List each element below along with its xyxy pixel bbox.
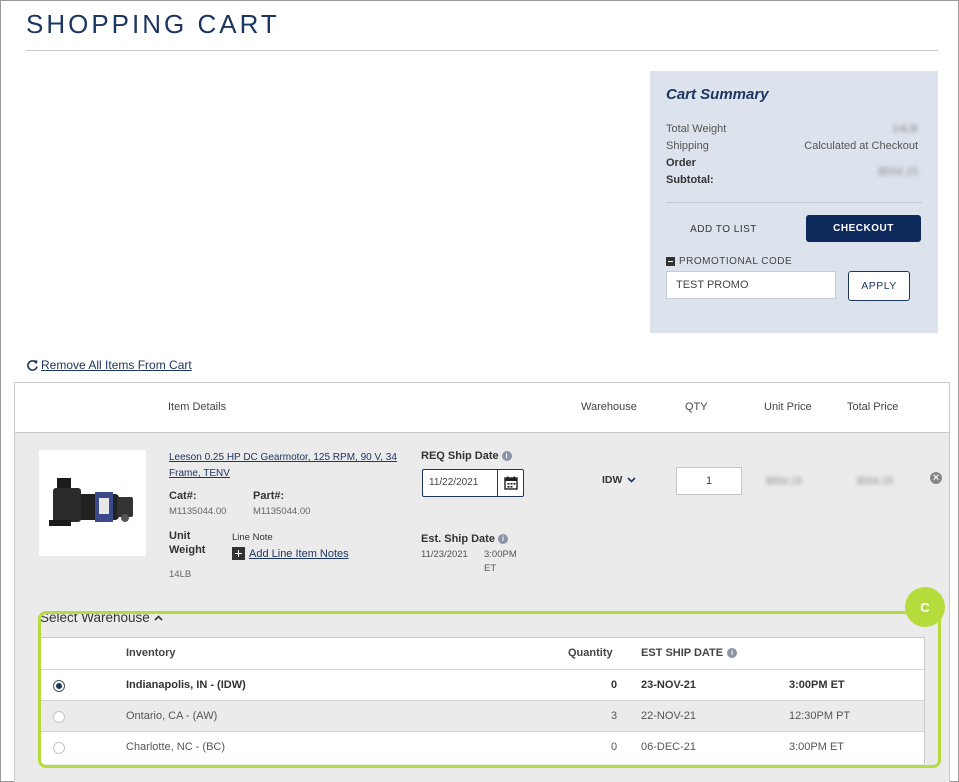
part-number-value: M1135044.00 xyxy=(253,506,311,517)
col-header-qty: QTY xyxy=(685,401,708,413)
add-line-item-notes-label: Add Line Item Notes xyxy=(249,547,349,560)
promo-code-toggle[interactable]: PROMOTIONAL CODE xyxy=(666,256,792,267)
unit-weight-value: 14LB xyxy=(169,569,192,580)
req-ship-date-heading: REQ Ship Date i xyxy=(421,450,512,462)
order-subtotal-value: $554.15 xyxy=(878,166,918,178)
part-number-label: Part#: xyxy=(253,490,285,502)
est-ship-date-label: Est. Ship Date xyxy=(421,533,495,545)
chevron-down-icon xyxy=(627,477,636,483)
cart-summary-title: Cart Summary xyxy=(666,86,769,103)
add-line-item-notes-button[interactable]: Add Line Item Notes xyxy=(232,547,349,560)
unit-weight-label-line2: Weight xyxy=(169,544,206,556)
page-title: SHOPPING CART xyxy=(26,9,280,39)
total-weight-value: 14LB xyxy=(892,123,918,135)
apply-promo-button[interactable]: APPLY xyxy=(848,271,910,301)
calendar-icon[interactable] xyxy=(504,476,518,490)
unit-price-value: $554.15 xyxy=(766,476,803,487)
add-to-list-button[interactable]: ADD TO LIST xyxy=(666,215,781,243)
est-ship-time-value: 3:00PM xyxy=(484,549,517,560)
info-icon[interactable]: i xyxy=(501,451,512,461)
callout-badge: C xyxy=(905,587,945,627)
req-ship-date-label: REQ Ship Date xyxy=(421,450,499,462)
checkout-button[interactable]: CHECKOUT xyxy=(806,215,921,242)
warehouse-select[interactable]: IDW xyxy=(602,474,636,486)
promo-code-input[interactable]: TEST PROMO xyxy=(666,271,836,299)
est-ship-timezone-value: ET xyxy=(484,563,497,574)
col-header-unit-price: Unit Price xyxy=(764,401,812,413)
date-input-divider xyxy=(497,470,498,496)
remove-all-items-link[interactable]: Remove All Items From Cart xyxy=(26,358,192,372)
warehouse-highlight-frame xyxy=(38,611,941,768)
promo-code-label: PROMOTIONAL CODE xyxy=(679,256,793,267)
remove-item-icon[interactable]: × xyxy=(930,472,942,484)
unit-weight-label-line1: Unit xyxy=(169,530,191,542)
product-name-link[interactable]: Leeson 0.25 HP DC Gearmotor, 125 RPM, 90… xyxy=(169,450,405,482)
order-subtotal-label-line1: Order xyxy=(666,157,696,169)
summary-divider xyxy=(666,202,922,203)
info-icon[interactable]: i xyxy=(497,534,508,544)
shipping-label: Shipping xyxy=(666,140,709,152)
collapse-icon xyxy=(666,257,675,266)
refresh-icon xyxy=(27,359,38,371)
cat-number-label: Cat#: xyxy=(169,490,197,502)
gearmotor-image xyxy=(49,478,133,526)
shipping-value: Calculated at Checkout xyxy=(804,140,918,152)
order-subtotal-label-line2: Subtotal: xyxy=(666,174,714,186)
req-ship-date-value: 11/22/2021 xyxy=(429,477,479,488)
col-header-warehouse: Warehouse xyxy=(581,401,637,413)
total-price-value: $554.15 xyxy=(857,476,894,487)
total-weight-label: Total Weight xyxy=(666,123,727,135)
line-note-label: Line Note xyxy=(232,532,273,543)
cat-number-value: M1135044.00 xyxy=(169,506,227,517)
est-ship-date-value: 11/23/2021 xyxy=(421,549,468,560)
req-ship-date-input[interactable]: 11/22/2021 xyxy=(422,469,524,497)
remove-all-items-label: Remove All Items From Cart xyxy=(41,358,192,372)
product-image[interactable] xyxy=(39,450,146,556)
cart-summary-panel: Cart Summary Total Weight 14LB Shipping … xyxy=(650,71,938,333)
col-header-item-details: Item Details xyxy=(168,401,227,413)
warehouse-value: IDW xyxy=(602,474,623,486)
col-header-total-price: Total Price xyxy=(847,401,899,413)
plus-icon xyxy=(232,547,245,560)
title-divider xyxy=(26,50,938,51)
est-ship-date-heading: Est. Ship Date i xyxy=(421,533,508,545)
quantity-input[interactable]: 1 xyxy=(676,467,742,495)
